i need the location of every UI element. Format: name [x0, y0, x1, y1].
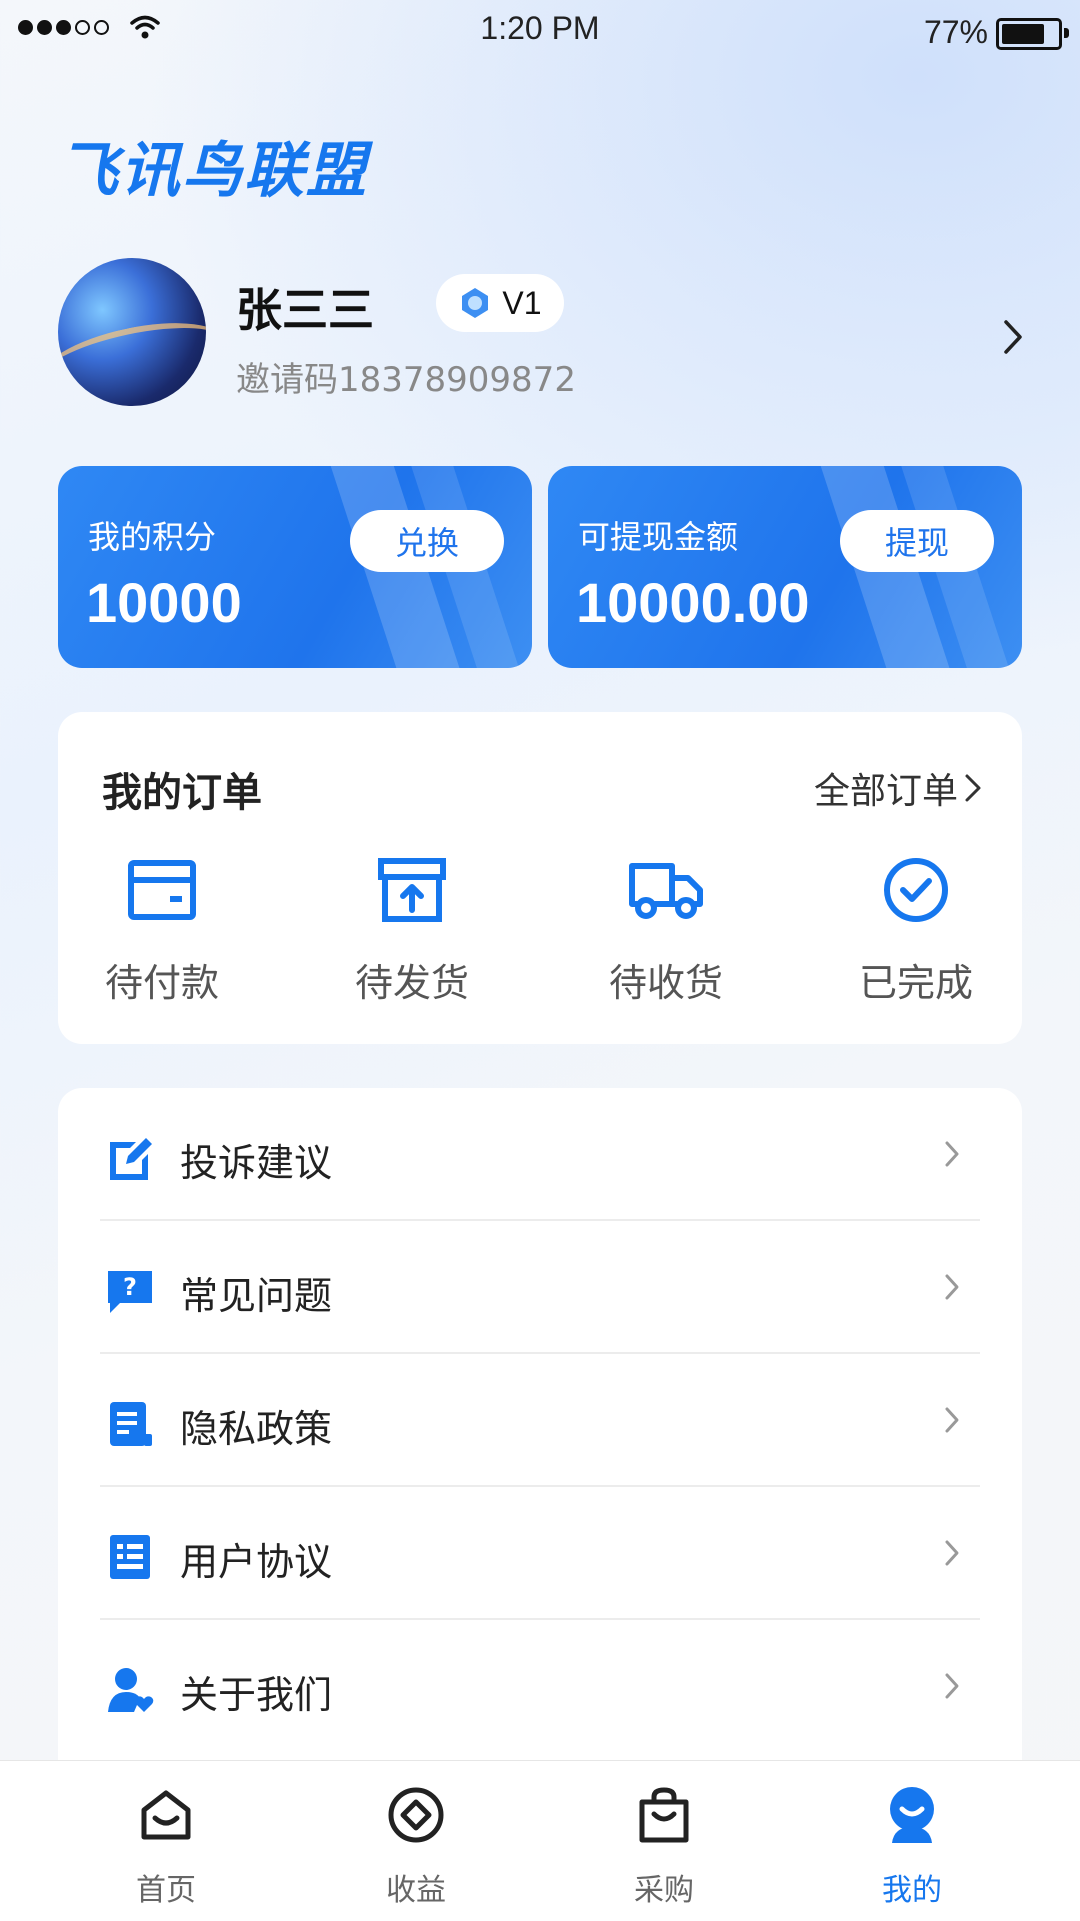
edit-icon [110, 1138, 152, 1180]
tab-income[interactable]: 收益 [346, 1783, 486, 1909]
withdrawable-value: 10000.00 [576, 571, 810, 634]
order-pending-shipment[interactable]: 待发货 [332, 850, 492, 1007]
box-upload-icon [378, 858, 446, 922]
truck-icon [629, 863, 703, 919]
points-card: 我的积分 10000 兑换 [58, 466, 532, 668]
status-time: 1:20 PM [480, 10, 600, 46]
status-bar: 1:20 PM 77% [0, 0, 1080, 60]
withdrawable-label: 可提现金额 [578, 518, 739, 556]
menu-label: 关于我们 [180, 1673, 333, 1717]
home-icon [141, 1790, 191, 1840]
order-label: 已完成 [858, 961, 973, 1005]
level-label: V1 [502, 284, 542, 321]
income-icon [388, 1787, 444, 1843]
profile-icon [890, 1787, 934, 1843]
user-heart-icon [108, 1668, 154, 1712]
menu-item-privacy[interactable]: 隐私政策 [100, 1354, 980, 1487]
all-orders-label: 全部订单 [813, 771, 958, 812]
check-circle-icon [884, 858, 948, 922]
menu-label: 隐私政策 [180, 1407, 333, 1451]
menu-item-about-us[interactable]: 关于我们 [100, 1620, 980, 1753]
chevron-right-icon [945, 1673, 959, 1699]
order-label: 待发货 [354, 961, 469, 1005]
battery-icon [996, 18, 1069, 50]
menu-item-faq[interactable]: ? 常见问题 [100, 1221, 980, 1354]
tab-label: 首页 [136, 1873, 196, 1908]
chevron-right-icon[interactable] [1002, 318, 1024, 356]
order-label: 待收货 [608, 961, 723, 1005]
settings-menu: 投诉建议 ? 常见问题 隐私政策 用户协议 关于我们 [58, 1088, 1022, 1768]
tab-label: 收益 [386, 1873, 446, 1908]
level-badge: V1 [436, 274, 564, 332]
chevron-right-icon [965, 774, 981, 802]
orders-title: 我的订单 [102, 770, 262, 816]
chevron-right-icon [945, 1274, 959, 1300]
order-pending-receipt[interactable]: 待收货 [586, 850, 746, 1007]
app-title: 飞讯鸟联盟 [58, 136, 368, 206]
order-pending-payment[interactable]: 待付款 [82, 850, 242, 1007]
bottom-tab-bar: 首页 收益 采购 我的 [0, 1760, 1080, 1921]
menu-item-complaints[interactable]: 投诉建议 [100, 1088, 980, 1221]
tab-home[interactable]: 首页 [96, 1783, 236, 1909]
user-name: 张三三 [236, 283, 374, 337]
order-label: 待付款 [104, 961, 219, 1005]
avatar[interactable] [58, 258, 206, 406]
document-icon [110, 1402, 152, 1446]
withdrawable-card: 可提现金额 10000.00 提现 [548, 466, 1022, 668]
exchange-button[interactable]: 兑换 [350, 510, 504, 572]
tab-label: 采购 [634, 1873, 694, 1908]
battery-percent: 77% [923, 14, 988, 50]
my-orders-panel: 我的订单 全部订单 待付款 待发货 待收货 已完成 [58, 712, 1022, 1044]
tab-label: 我的 [882, 1873, 942, 1908]
list-icon [110, 1535, 150, 1579]
chevron-right-icon [945, 1407, 959, 1433]
chevron-right-icon [945, 1540, 959, 1566]
menu-label: 常见问题 [180, 1274, 333, 1318]
chevron-right-icon [945, 1141, 959, 1167]
menu-label: 用户协议 [180, 1540, 333, 1584]
invite-code: 邀请码18378909872 [236, 360, 576, 400]
level-gem-icon [462, 288, 489, 318]
points-label: 我的积分 [88, 518, 217, 556]
svg-text:?: ? [123, 1273, 137, 1301]
tab-mine[interactable]: 我的 [842, 1783, 982, 1909]
wallet-icon [128, 860, 196, 920]
withdraw-button[interactable]: 提现 [840, 510, 994, 572]
tab-purchase[interactable]: 采购 [594, 1783, 734, 1909]
menu-label: 投诉建议 [180, 1141, 333, 1185]
bag-icon [639, 1787, 689, 1843]
all-orders-link[interactable]: 全部订单 [814, 762, 982, 814]
points-value: 10000 [86, 571, 242, 634]
menu-item-user-agreement[interactable]: 用户协议 [100, 1487, 980, 1620]
question-icon: ? [108, 1271, 152, 1313]
order-completed[interactable]: 已完成 [836, 850, 996, 1007]
